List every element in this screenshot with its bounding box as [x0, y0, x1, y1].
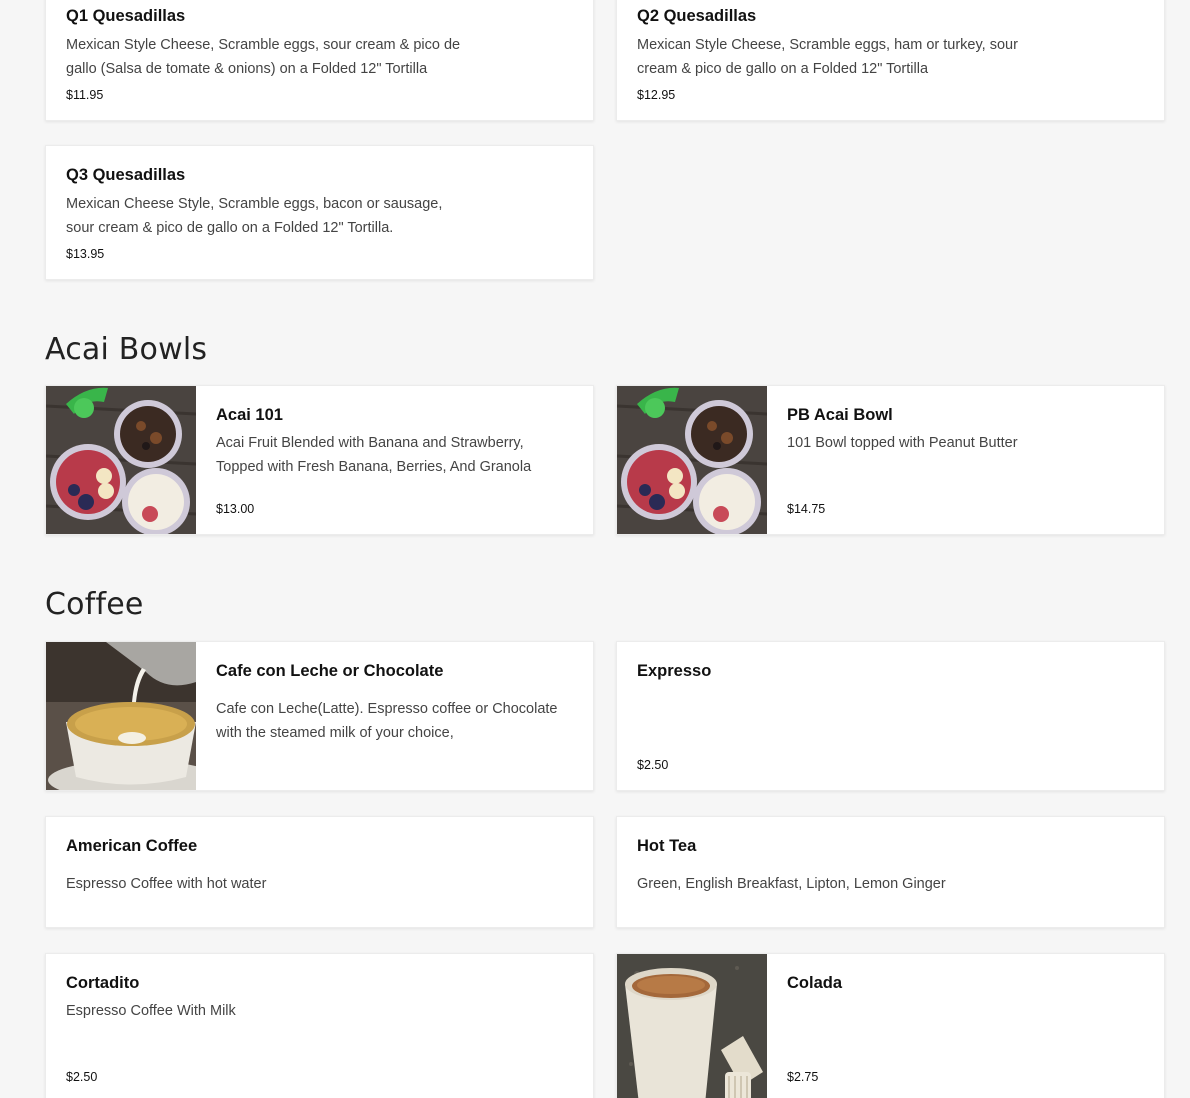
menu-item-card[interactable]: Cortadito Espresso Coffee With Milk $2.5… — [45, 953, 594, 1098]
acai-bowl-photo-icon — [46, 386, 196, 534]
item-price: $12.95 — [637, 88, 676, 102]
item-description: Mexican Style Cheese, Scramble eggs, sou… — [66, 37, 461, 77]
item-name: Q2 Quesadillas — [637, 7, 757, 25]
menu-item-card[interactable]: Expresso $2.50 — [616, 641, 1165, 791]
item-price: $2.50 — [637, 758, 669, 772]
item-name: Q1 Quesadillas — [66, 7, 186, 25]
item-price: $13.00 — [216, 502, 255, 516]
item-name: Expresso — [637, 662, 712, 680]
item-name: American Coffee — [66, 837, 198, 855]
menu-item-card[interactable]: Cafe con Leche or Chocolate Cafe con Lec… — [45, 641, 594, 791]
item-name: Cafe con Leche or Chocolate — [216, 662, 444, 680]
item-description: Espresso Coffee with hot water — [66, 876, 267, 892]
item-description: Mexican Style Cheese, Scramble eggs, ham… — [637, 37, 1018, 77]
section-title-coffee: Coffee — [45, 587, 144, 622]
item-price: $11.95 — [66, 88, 104, 102]
menu-item-card[interactable]: American Coffee Espresso Coffee with hot… — [45, 816, 594, 928]
latte-pour-photo-icon — [46, 642, 196, 790]
menu-item-card[interactable]: Hot Tea Green, English Breakfast, Lipton… — [616, 816, 1165, 928]
item-price: $2.50 — [66, 1070, 98, 1084]
item-price: $2.75 — [787, 1070, 819, 1084]
item-name: PB Acai Bowl — [787, 406, 893, 424]
menu-item-card[interactable]: Q2 Quesadillas Mexican Style Cheese, Scr… — [616, 0, 1165, 121]
menu-item-card[interactable]: Q3 Quesadillas Mexican Cheese Style, Scr… — [45, 145, 594, 280]
item-name: Acai 101 — [216, 406, 283, 424]
acai-bowl-photo-icon — [617, 386, 767, 534]
item-name: Cortadito — [66, 974, 140, 992]
menu-item-card[interactable]: Acai 101 Acai Fruit Blended with Banana … — [45, 385, 594, 535]
item-description: Acai Fruit Blended with Banana and Straw… — [216, 435, 532, 475]
item-price: $14.75 — [787, 502, 826, 516]
item-name: Colada — [787, 974, 843, 992]
item-description: Mexican Cheese Style, Scramble eggs, bac… — [66, 196, 443, 236]
item-description: Green, English Breakfast, Lipton, Lemon … — [637, 876, 946, 892]
item-name: Hot Tea — [637, 837, 697, 855]
menu-item-card[interactable]: Q1 Quesadillas Mexican Style Cheese, Scr… — [45, 0, 594, 121]
item-description: Cafe con Leche(Latte). Espresso coffee o… — [216, 701, 558, 741]
item-price: $13.95 — [66, 247, 105, 261]
menu-item-card[interactable]: Colada $2.75 — [616, 953, 1165, 1098]
menu-item-card[interactable]: PB Acai Bowl 101 Bowl topped with Peanut… — [616, 385, 1165, 535]
item-description: 101 Bowl topped with Peanut Butter — [787, 435, 1018, 451]
colada-cup-photo-icon — [617, 954, 767, 1098]
item-description: Espresso Coffee With Milk — [66, 1003, 236, 1019]
item-name: Q3 Quesadillas — [66, 166, 186, 184]
section-title-acai-bowls: Acai Bowls — [45, 332, 208, 367]
